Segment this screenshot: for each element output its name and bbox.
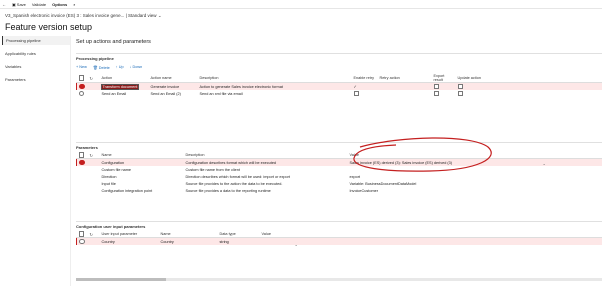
user-param-cell[interactable]: Country — [99, 237, 159, 245]
action-name-cell[interactable]: Send an Email (2) — [149, 90, 198, 97]
param-value-cell[interactable] — [348, 166, 602, 173]
description-cell[interactable]: Action to generate Sales invoice electro… — [197, 82, 352, 90]
param-value-cell[interactable]: Variable: BusinessDocumentDataModel — [348, 180, 602, 187]
table-row[interactable]: Transform document Generate invoice Acti… — [76, 82, 602, 90]
table-row[interactable]: Send an Email Send an Email (2) Send an … — [77, 90, 602, 97]
param-value-cell[interactable]: Sales invoice (ES) derived (3): Sales in… — [347, 158, 602, 166]
param-name-cell[interactable]: Direction — [100, 173, 184, 180]
parameters-section: Parameters ↻ Name Description Value Conf… — [76, 142, 602, 219]
refresh-icon[interactable]: ↻ — [90, 232, 93, 237]
param-description-cell[interactable]: Source file provides a data to the repor… — [184, 187, 348, 194]
breadcrumb: V3_Spanish electronic invoice (ES) 3 : S… — [5, 13, 162, 18]
param-value-cell[interactable]: InvoiceCustomer — [348, 187, 602, 194]
nav-parameters[interactable]: Parameters — [2, 75, 70, 84]
pipeline-grid: ↻ Action Action name Description Enable … — [76, 74, 602, 97]
table-row[interactable]: Custom file name Custom file name from t… — [77, 166, 602, 173]
param-description-cell[interactable]: Source file provides to the action the d… — [184, 180, 348, 187]
main-content: Set up actions and parameters Processing… — [76, 36, 602, 291]
table-row[interactable]: Configuration Configuration describes fo… — [76, 158, 602, 166]
row-selector[interactable] — [79, 238, 85, 245]
table-row[interactable]: Direction Direction describes which form… — [77, 173, 602, 180]
pipeline-actionbar: + New 🗑 Delete ↑ Up ↓ Down — [76, 65, 602, 70]
section-title: Processing pipeline — [76, 56, 114, 61]
col-description[interactable]: Description — [197, 74, 352, 83]
chevron-down-icon[interactable]: ⌄ — [158, 13, 162, 18]
options-button[interactable]: Options — [52, 2, 67, 7]
select-all-checkbox[interactable] — [78, 75, 84, 81]
refresh-icon[interactable]: ↻ — [90, 153, 93, 158]
param-description-cell[interactable]: Direction describes which format will be… — [184, 173, 348, 180]
col-update-action[interactable]: Update action — [455, 74, 485, 83]
action-name-cell[interactable]: Generate invoice — [148, 82, 198, 90]
horizontal-scrollbar[interactable] — [76, 278, 602, 281]
col-enable-retry[interactable]: Enable retry — [351, 74, 378, 83]
section-title: Parameters — [76, 145, 98, 150]
search-icon[interactable]: ⌕ — [73, 2, 75, 7]
col-export-result[interactable]: Export result — [431, 74, 456, 83]
nav-processing-pipeline[interactable]: Processing pipeline — [2, 36, 70, 45]
param-name-cell[interactable]: Configuration integration point — [100, 187, 184, 194]
new-button[interactable]: + New — [76, 65, 87, 70]
row-selector[interactable] — [79, 159, 85, 166]
enable-retry-checkbox[interactable]: ✓ — [354, 84, 357, 89]
select-all-checkbox[interactable] — [78, 152, 84, 158]
nav-applicability-rules[interactable]: Applicability rules — [2, 49, 70, 58]
col-action[interactable]: Action — [99, 74, 149, 83]
validate-button[interactable]: Validate — [32, 2, 46, 7]
user-input-section: Configuration user input parameters ↻ Us… — [76, 221, 602, 288]
param-value-cell[interactable]: export — [348, 173, 602, 180]
section-title: Configuration user input parameters — [76, 224, 146, 229]
export-result-checkbox[interactable] — [433, 83, 439, 90]
param-description-cell[interactable]: Configuration describes format which wil… — [183, 158, 348, 166]
chevron-down-icon[interactable]: ⌄ — [543, 161, 546, 166]
processing-pipeline-section: Processing pipeline + New 🗑 Delete ↑ Up … — [76, 53, 602, 142]
table-row[interactable]: Country Country string ⌄ — [76, 237, 602, 247]
row-selector[interactable] — [79, 83, 85, 90]
action-cell[interactable]: Send an Email — [100, 90, 149, 97]
page-title: Feature version setup — [5, 22, 93, 32]
breadcrumb-text: V3_Spanish electronic invoice (ES) 3 : S… — [5, 13, 125, 18]
param-description-cell[interactable]: Custom file name from the client — [184, 166, 348, 173]
left-nav: Processing pipeline Applicability rules … — [2, 36, 71, 286]
enable-retry-checkbox[interactable] — [353, 90, 359, 97]
table-row[interactable]: Input file Source file provides to the a… — [77, 180, 602, 187]
param-name-cell[interactable]: Custom file name — [100, 166, 184, 173]
refresh-icon[interactable]: ↻ — [90, 76, 93, 81]
select-all-checkbox[interactable] — [78, 231, 84, 237]
view-selector[interactable]: Standard view — [128, 13, 157, 18]
down-button[interactable]: ↓ Down — [130, 65, 143, 70]
param-name-cell[interactable]: Input file — [100, 180, 184, 187]
delete-button[interactable]: 🗑 Delete — [93, 65, 110, 70]
col-action-name[interactable]: Action name — [148, 74, 198, 83]
save-icon: ▣ — [12, 1, 16, 7]
row-selector[interactable] — [78, 90, 84, 97]
scrollbar-thumb[interactable] — [76, 278, 166, 281]
delete-icon: 🗑 — [92, 66, 98, 70]
chevron-down-icon[interactable]: ⌄ — [295, 242, 298, 247]
user-name-cell[interactable]: Country — [158, 237, 218, 245]
nav-variables[interactable]: Variables — [2, 62, 70, 71]
update-action-checkbox[interactable] — [457, 83, 463, 90]
user-value-cell[interactable]: ⌄ — [259, 237, 602, 247]
col-retry-action[interactable]: Retry action — [377, 74, 432, 83]
top-toolbar: ← ▣ Save Validate Options ⌕ — [0, 0, 602, 9]
up-button[interactable]: ↑ Up — [116, 65, 124, 70]
user-type-cell[interactable]: string — [217, 237, 260, 245]
description-cell[interactable]: Send an xml file via email — [198, 90, 352, 97]
user-input-grid: ↻ User input parameter Name Data type Va… — [76, 231, 602, 247]
save-button[interactable]: Save — [17, 2, 26, 7]
update-action-checkbox[interactable] — [457, 90, 463, 97]
param-name-cell[interactable]: Configuration — [99, 158, 184, 166]
export-result-checkbox[interactable] — [433, 90, 439, 97]
setup-title: Set up actions and parameters — [76, 39, 151, 45]
action-cell[interactable]: Transform document — [100, 83, 140, 90]
back-arrow-icon[interactable]: ← — [2, 2, 6, 7]
table-row[interactable]: Configuration integration point Source f… — [77, 187, 602, 194]
parameters-grid: ↻ Name Description Value Configuration C… — [76, 152, 602, 194]
